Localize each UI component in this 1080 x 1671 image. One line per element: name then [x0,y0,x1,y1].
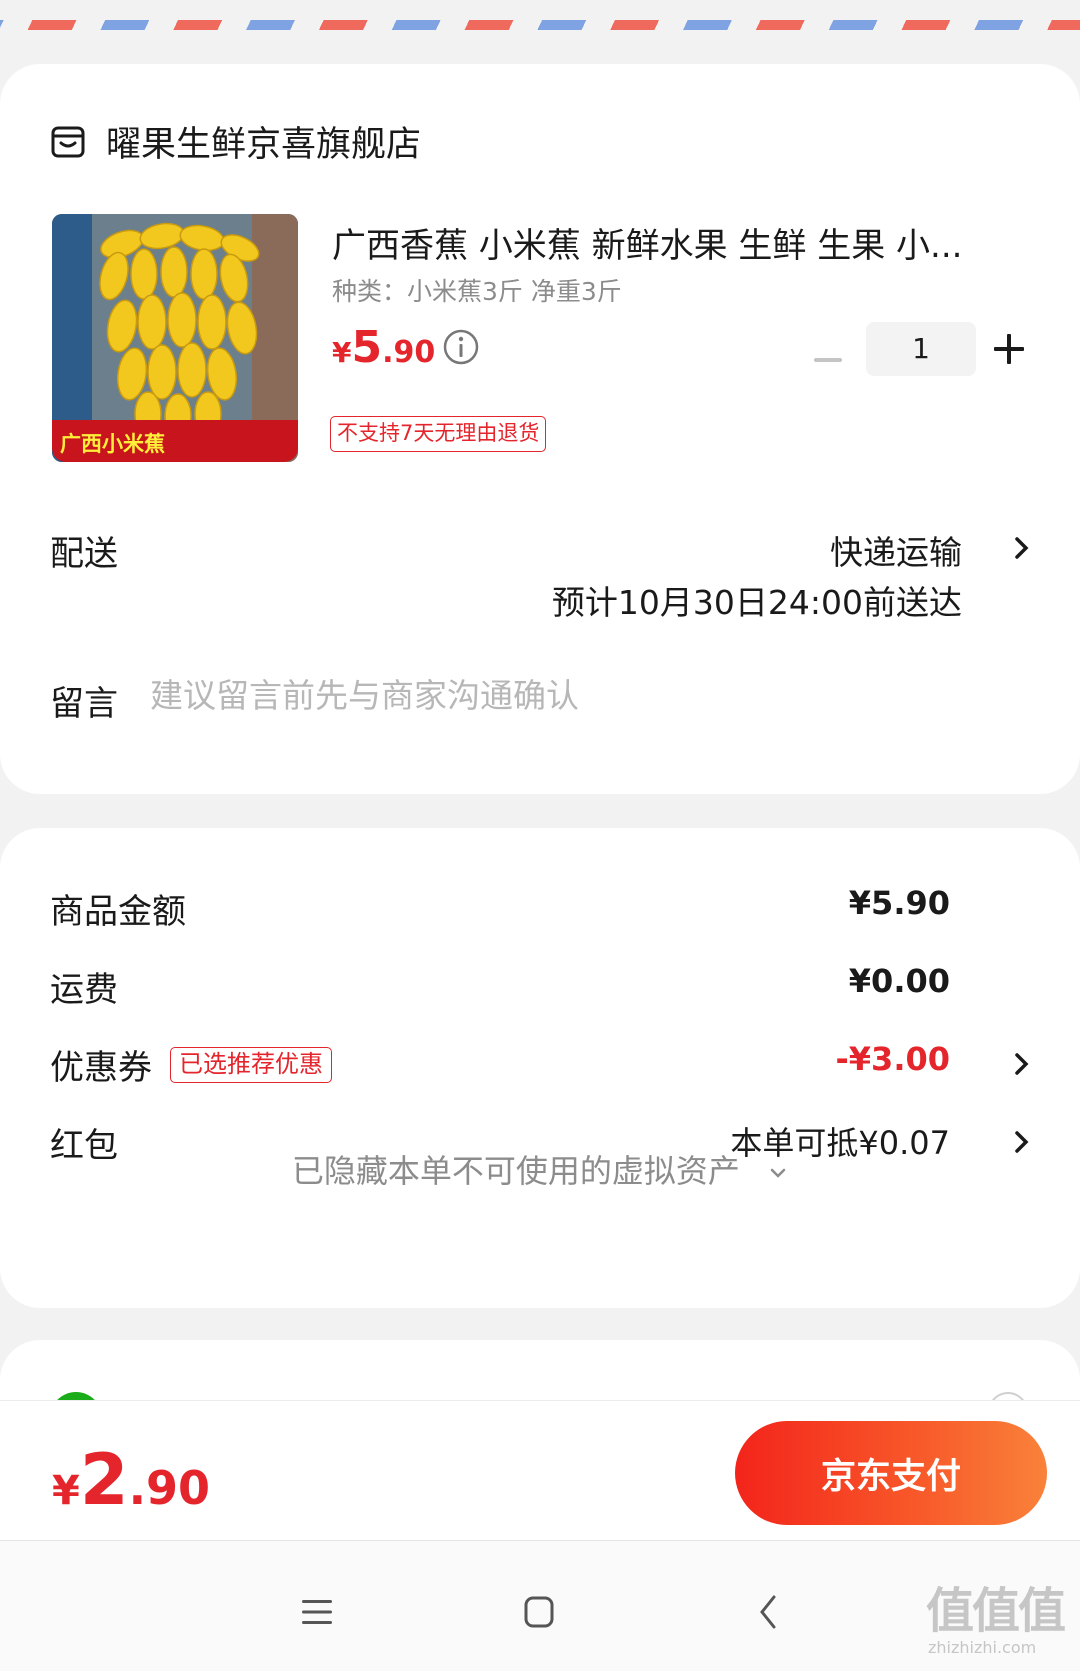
shipping-fee-value: ¥0.00 [848,962,950,1000]
watermark-site: zhizhizhi.com [928,1638,1037,1657]
order-item-card: 曜果生鲜京喜旗舰店 广西小米蕉 广西香蕉 小米蕉 新鲜水果 生鲜 生果 小...… [0,64,1080,794]
coupon-row[interactable]: 优惠券 已选推荐优惠 -¥3.00 [50,1040,1030,1090]
payment-method-card [0,1340,1080,1400]
checkout-bar: ¥ 2 .90 京东支付 [0,1400,1080,1540]
plus-icon[interactable] [992,332,1026,366]
site-watermark: 值值值 zhizhizhi.com [926,1585,1076,1667]
hidden-assets-label: 已隐藏本单不可使用的虚拟资产 [291,1152,740,1190]
product-image[interactable]: 广西小米蕉 [52,214,298,462]
system-nav-bar [0,1540,1080,1671]
price-currency: ¥ [332,336,352,369]
note-input[interactable] [150,670,950,720]
goods-amount-row: 商品金额 ¥5.90 [50,884,1030,934]
note-label: 留言 [50,684,118,724]
goods-amount-label: 商品金额 [50,892,186,932]
airmail-border [0,0,1080,34]
chevron-right-icon[interactable] [1012,534,1032,562]
jd-pay-button[interactable]: 京东支付 [735,1421,1047,1525]
shipping-fee-label: 运费 [50,970,118,1010]
minus-icon[interactable] [812,346,844,376]
delivery-method[interactable]: 快递运输 [830,526,962,574]
total-integer: 2 [79,1439,129,1521]
total-currency: ¥ [52,1468,80,1514]
price-decimal: .90 [382,335,436,370]
menu-icon[interactable] [300,1597,334,1627]
shop-name: 曜果生鲜京喜旗舰店 [106,125,422,165]
product-spec[interactable]: 种类：小米蕉3斤 净重3斤 [332,272,622,308]
wechat-pay-icon [50,1392,102,1400]
return-policy-badge: 不支持7天无理由退货 [330,416,547,452]
product-image-caption: 广西小米蕉 [52,420,298,462]
coupon-value: -¥3.00 [835,1040,951,1078]
chevron-down-icon [770,1168,786,1178]
coupon-label: 优惠券 [50,1048,152,1088]
price-integer: 5 [351,322,383,373]
product-price: ¥ 5 .90 [332,322,435,373]
hidden-assets-toggle[interactable]: 已隐藏本单不可使用的虚拟资产 [0,1146,1080,1192]
watermark-logo: 值值值 [926,1583,1066,1639]
payment-radio[interactable] [988,1392,1028,1400]
price-summary-card: 商品金额 ¥5.90 运费 ¥0.00 优惠券 已选推荐优惠 -¥3.00 红包… [0,828,1080,1308]
coupon-badge: 已选推荐优惠 [170,1046,332,1083]
airmail-stripe [0,20,1080,30]
chevron-right-icon[interactable] [1012,1050,1032,1078]
shop-header[interactable]: 曜果生鲜京喜旗舰店 [50,116,421,167]
total-decimal: .90 [128,1461,211,1515]
delivery-label: 配送 [50,534,118,574]
info-icon[interactable] [442,328,480,366]
home-icon[interactable] [523,1595,555,1629]
product-title[interactable]: 广西香蕉 小米蕉 新鲜水果 生鲜 生果 小... [332,218,1022,267]
shipping-fee-row: 运费 ¥0.00 [50,962,1030,1012]
quantity-field[interactable]: 1 [866,322,976,376]
coupon-label-group: 优惠券 已选推荐优惠 [50,1040,332,1089]
store-icon [51,126,85,157]
total-price: ¥ 2 .90 [52,1439,210,1521]
delivery-eta: 预计10月30日24:00前送达 [551,583,962,622]
goods-amount-value: ¥5.90 [848,884,950,922]
back-icon[interactable] [758,1593,778,1631]
